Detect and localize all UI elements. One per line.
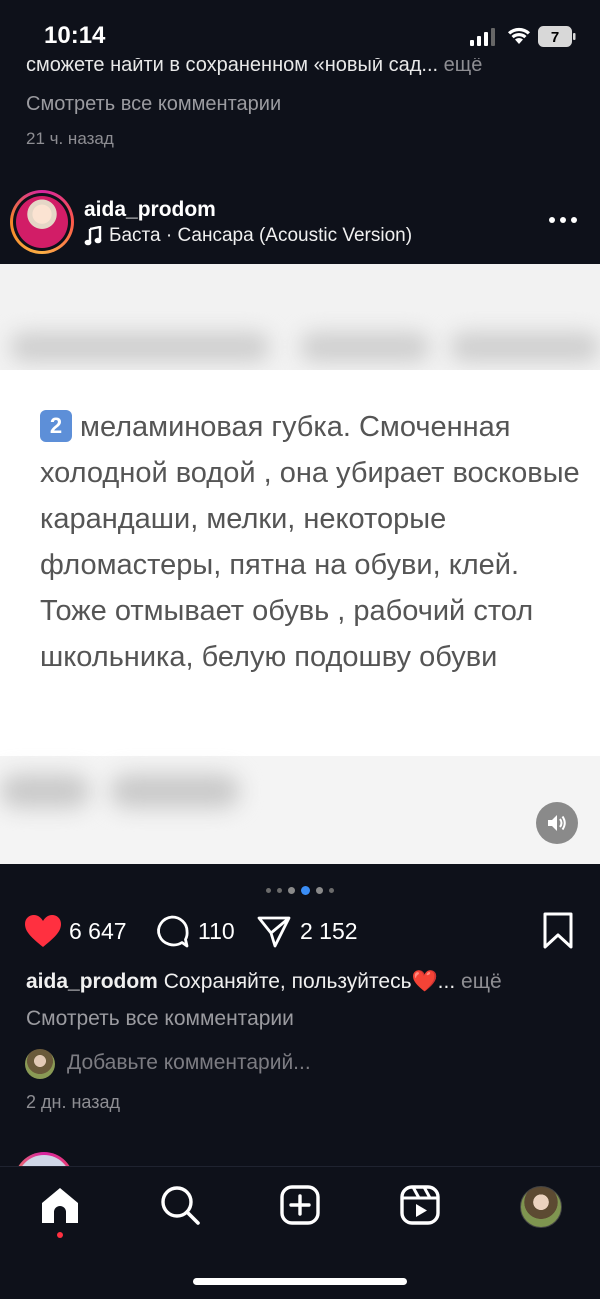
previous-view-comments-link[interactable]: Смотреть все комментарии	[26, 93, 281, 116]
caption-ellipsis: ...	[437, 970, 456, 993]
like-heart-icon[interactable]	[24, 914, 62, 948]
reels-icon[interactable]	[398, 1183, 442, 1227]
carousel-dot	[266, 888, 271, 894]
carousel-dot	[329, 888, 334, 894]
caption-username[interactable]: aida_prodom	[26, 970, 158, 993]
add-comment-input[interactable]: Добавьте комментарий...	[67, 1051, 311, 1075]
carousel-indicator	[0, 882, 600, 896]
text-card: 2 меламиновая губка. Смоченная холодной в…	[0, 370, 600, 756]
media-text: меламиновая губка. Смоченная холодной во…	[40, 411, 580, 673]
number-badge: 2	[40, 410, 72, 442]
post-username[interactable]: aida_prodom	[84, 198, 216, 222]
comments-count[interactable]: 110	[198, 918, 235, 945]
search-icon[interactable]	[158, 1183, 202, 1227]
shares-count[interactable]: 2 152	[300, 918, 358, 945]
blurred-top-band	[0, 264, 600, 370]
carousel-dot	[277, 888, 282, 894]
sound-toggle-button[interactable]	[536, 802, 578, 844]
speaker-icon	[548, 815, 566, 831]
carousel-dot	[316, 887, 323, 895]
view-all-comments-link[interactable]: Смотреть все комментарии	[26, 1007, 294, 1031]
caption-more-link[interactable]: ещё	[461, 970, 502, 993]
share-send-icon[interactable]	[256, 914, 292, 950]
previous-post-caption[interactable]: сможете найти в сохраненном «новый сад..…	[26, 58, 586, 76]
home-indicator[interactable]	[193, 1278, 407, 1285]
more-options-icon[interactable]	[548, 214, 578, 226]
comment-icon[interactable]	[154, 914, 190, 950]
carousel-dot-active	[301, 886, 310, 896]
blurred-bottom-band	[0, 756, 600, 864]
previous-post-time: 21 ч. назад	[26, 129, 114, 148]
music-note-icon	[84, 226, 102, 246]
create-post-icon[interactable]	[278, 1183, 322, 1227]
status-time: 10:14	[44, 22, 106, 49]
caption-heart-emoji: ❤️	[411, 970, 438, 993]
home-notification-dot	[57, 1232, 63, 1238]
previous-caption-text: сможете найти в сохраненном «новый сад..…	[26, 58, 439, 76]
my-avatar	[25, 1049, 55, 1079]
post-time: 2 дн. назад	[26, 1092, 120, 1112]
battery-icon: 7	[538, 26, 576, 47]
bookmark-icon[interactable]	[542, 912, 574, 950]
wifi-icon	[508, 27, 530, 44]
cellular-signal-icon	[470, 28, 495, 46]
carousel-dot	[288, 887, 295, 895]
media-text-block: 2 меламиновая губка. Смоченная холодной в…	[40, 404, 580, 680]
caption-text: Сохраняйте, пользуйтесь	[163, 970, 412, 993]
profile-avatar-tab[interactable]	[520, 1186, 562, 1228]
post-media[interactable]: 2 меламиновая губка. Смоченная холодной в…	[0, 264, 600, 864]
previous-caption-more[interactable]: ещё	[444, 58, 483, 76]
post-caption[interactable]: aida_prodom Сохраняйте, пользуйтесь❤️...…	[26, 970, 502, 994]
home-icon[interactable]	[38, 1183, 82, 1227]
likes-count[interactable]: 6 647	[69, 918, 127, 945]
post-music-track[interactable]: Баста · Сансара (Acoustic Version)	[109, 225, 412, 247]
battery-level: 7	[551, 29, 559, 46]
author-avatar[interactable]	[16, 196, 68, 248]
